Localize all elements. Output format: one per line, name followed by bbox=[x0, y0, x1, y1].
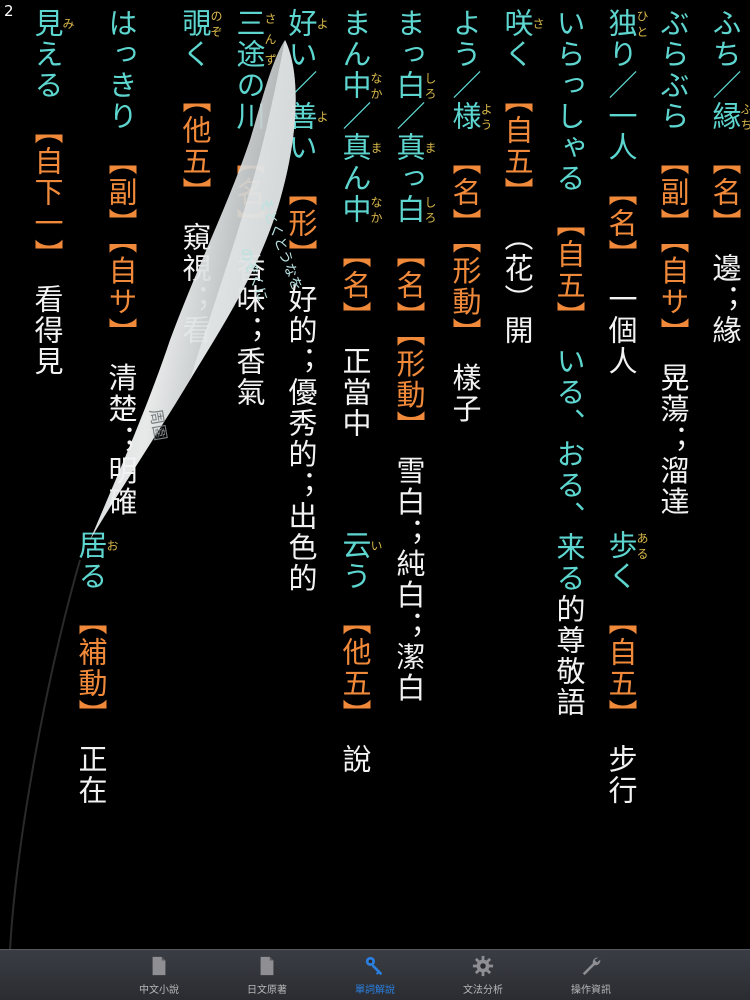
vocab-meaning: 邊；緣 bbox=[708, 253, 742, 346]
vocab-list: ふち／縁ふち【名】邊；緣 ぶらぶら【副】【自サ】晃蕩；溜達 独ひとり／一人【名】… bbox=[0, 0, 750, 950]
document-icon bbox=[152, 956, 166, 975]
vocab-meaning: 雪白；純白；潔白 bbox=[392, 455, 426, 704]
vocab-entry[interactable]: 咲さく【自五】 （花）開 bbox=[498, 8, 545, 346]
vocab-pos: 【名】 bbox=[232, 146, 266, 239]
vocab-meaning: 香味；香氣 bbox=[232, 253, 266, 408]
vocab-pos: 【名】【形動】 bbox=[392, 239, 426, 442]
vocab-pos: 【名】【形動】 bbox=[448, 146, 482, 349]
key-icon bbox=[365, 956, 383, 975]
gear-icon bbox=[472, 955, 494, 976]
vocab-pos: 【副】【自サ】 bbox=[656, 146, 690, 349]
vocab-word: まっ白しろ／真まっ白しろ bbox=[392, 8, 437, 225]
vocab-pos: 【自五】 bbox=[604, 606, 638, 730]
tab-operation-info[interactable]: 操作資訊 bbox=[537, 950, 645, 1000]
vocab-pos: 【副】【自サ】 bbox=[104, 146, 138, 349]
vocab-meaning: （花）開 bbox=[500, 222, 534, 346]
tab-vocabulary[interactable]: 單詞解說 bbox=[321, 950, 429, 1000]
vocab-word: 咲さく bbox=[500, 8, 545, 70]
vocab-entry[interactable]: まっ白しろ／真まっ白しろ【名】【形動】雪白；純白；潔白 bbox=[390, 8, 437, 704]
vocab-meaning: 好的；優秀的；出色的 bbox=[284, 284, 318, 594]
vocab-pos: 【自下一】 bbox=[30, 115, 64, 270]
document-icon bbox=[260, 956, 274, 975]
vocab-entry[interactable]: 見みえる【自下一】看得見 bbox=[28, 8, 75, 377]
vocab-meaning: 看得見 bbox=[30, 284, 64, 377]
vocab-entry[interactable]: いらっしゃる【自五】いる、おる、来る的尊敬語 bbox=[550, 8, 588, 718]
vocab-word: まん中なか／真まん中なか bbox=[338, 8, 383, 225]
tab-japanese-original[interactable]: 日文原著 bbox=[213, 950, 321, 1000]
vocab-word: よう／様よう bbox=[448, 8, 493, 132]
vocab-meaning: 說 bbox=[338, 744, 372, 775]
vocab-meaning: 一個人 bbox=[604, 284, 638, 377]
vocab-meaning: 晃蕩；溜達 bbox=[656, 362, 690, 518]
vocab-meaning: 窺視；看 bbox=[178, 222, 212, 346]
wrench-icon bbox=[582, 957, 601, 975]
tab-label: 日文原著 bbox=[247, 984, 287, 996]
vocab-meaning: 樣子 bbox=[448, 362, 482, 425]
vocab-meaning: 正在 bbox=[74, 744, 108, 806]
tab-label: 操作資訊 bbox=[571, 984, 611, 996]
vocab-word: はっきり bbox=[104, 8, 138, 132]
vocab-word: ふち／縁ふち bbox=[708, 8, 750, 132]
tab-label: 文法分析 bbox=[463, 984, 503, 996]
tab-label: 中文小說 bbox=[139, 984, 179, 996]
vocab-word: ぶらぶら bbox=[656, 8, 690, 132]
tab-bar: 中文小說 日文原著 單詞解說 文法分析 操作資訊 bbox=[0, 949, 750, 1000]
vocab-entry[interactable]: 云いう【他五】說 bbox=[336, 530, 383, 775]
vocab-entry[interactable]: はっきり【副】【自サ】清楚；明確 bbox=[102, 8, 140, 518]
vocab-entry[interactable]: 好よい／善よい【形】好的；優秀的；出色的 bbox=[282, 8, 329, 594]
vocab-word: いらっしゃる bbox=[552, 8, 586, 194]
vocab-pos: 【自五】 bbox=[500, 84, 534, 208]
vocab-word: 独ひとり／一人 bbox=[604, 8, 649, 163]
vocab-word: 云いう bbox=[338, 530, 383, 592]
tab-grammar[interactable]: 文法分析 bbox=[429, 950, 537, 1000]
tab-chinese-novel[interactable]: 中文小說 bbox=[105, 950, 213, 1000]
vocab-entry[interactable]: まん中なか／真まん中なか【名】正當中 bbox=[336, 8, 383, 439]
vocab-meaning: 清楚；明確 bbox=[104, 362, 138, 518]
vocab-entry[interactable]: 三途さんずの川【名】香味；香氣 bbox=[230, 8, 277, 408]
vocab-meaning: 正當中 bbox=[338, 346, 372, 439]
vocab-word: 居おる bbox=[74, 530, 119, 592]
vocab-pos: 【他五】 bbox=[338, 606, 372, 730]
vocab-word: 三途さんずの川 bbox=[232, 8, 277, 132]
vocab-word: 覗のぞく bbox=[178, 8, 223, 70]
vocab-word: 好よい／善よい bbox=[284, 8, 329, 163]
vocab-entry[interactable]: 歩あるく【自五】步行 bbox=[602, 530, 649, 806]
vocab-pos: 【名】 bbox=[708, 146, 742, 239]
vocab-meaning: 步行 bbox=[604, 744, 638, 806]
vocab-pos: 【名】 bbox=[604, 177, 638, 270]
vocab-entry[interactable]: よう／様よう【名】【形動】樣子 bbox=[446, 8, 493, 425]
vocab-word: 歩あるく bbox=[604, 530, 649, 592]
vocab-pos: 【名】 bbox=[338, 239, 372, 332]
vocab-entry[interactable]: 居おる【補動】正在 bbox=[72, 530, 119, 806]
tab-label: 單詞解說 bbox=[355, 984, 395, 996]
vocab-word: 見みえる bbox=[30, 8, 75, 101]
vocab-entry[interactable]: ぶらぶら【副】【自サ】晃蕩；溜達 bbox=[654, 8, 692, 518]
vocab-entry[interactable]: ふち／縁ふち【名】邊；緣 bbox=[706, 8, 750, 346]
vocab-entry[interactable]: 覗のぞく【他五】窺視；看 bbox=[176, 8, 223, 346]
vocab-pos: 【形】 bbox=[284, 177, 318, 270]
vocab-pos: 【他五】 bbox=[178, 84, 212, 208]
vocab-meaning: いる、おる、来る的尊敬語 bbox=[552, 346, 586, 718]
vocab-entry[interactable]: 独ひとり／一人【名】一個人 bbox=[602, 8, 649, 377]
vocab-pos: 【補動】 bbox=[74, 606, 108, 730]
vocab-pos: 【自五】 bbox=[552, 208, 586, 332]
